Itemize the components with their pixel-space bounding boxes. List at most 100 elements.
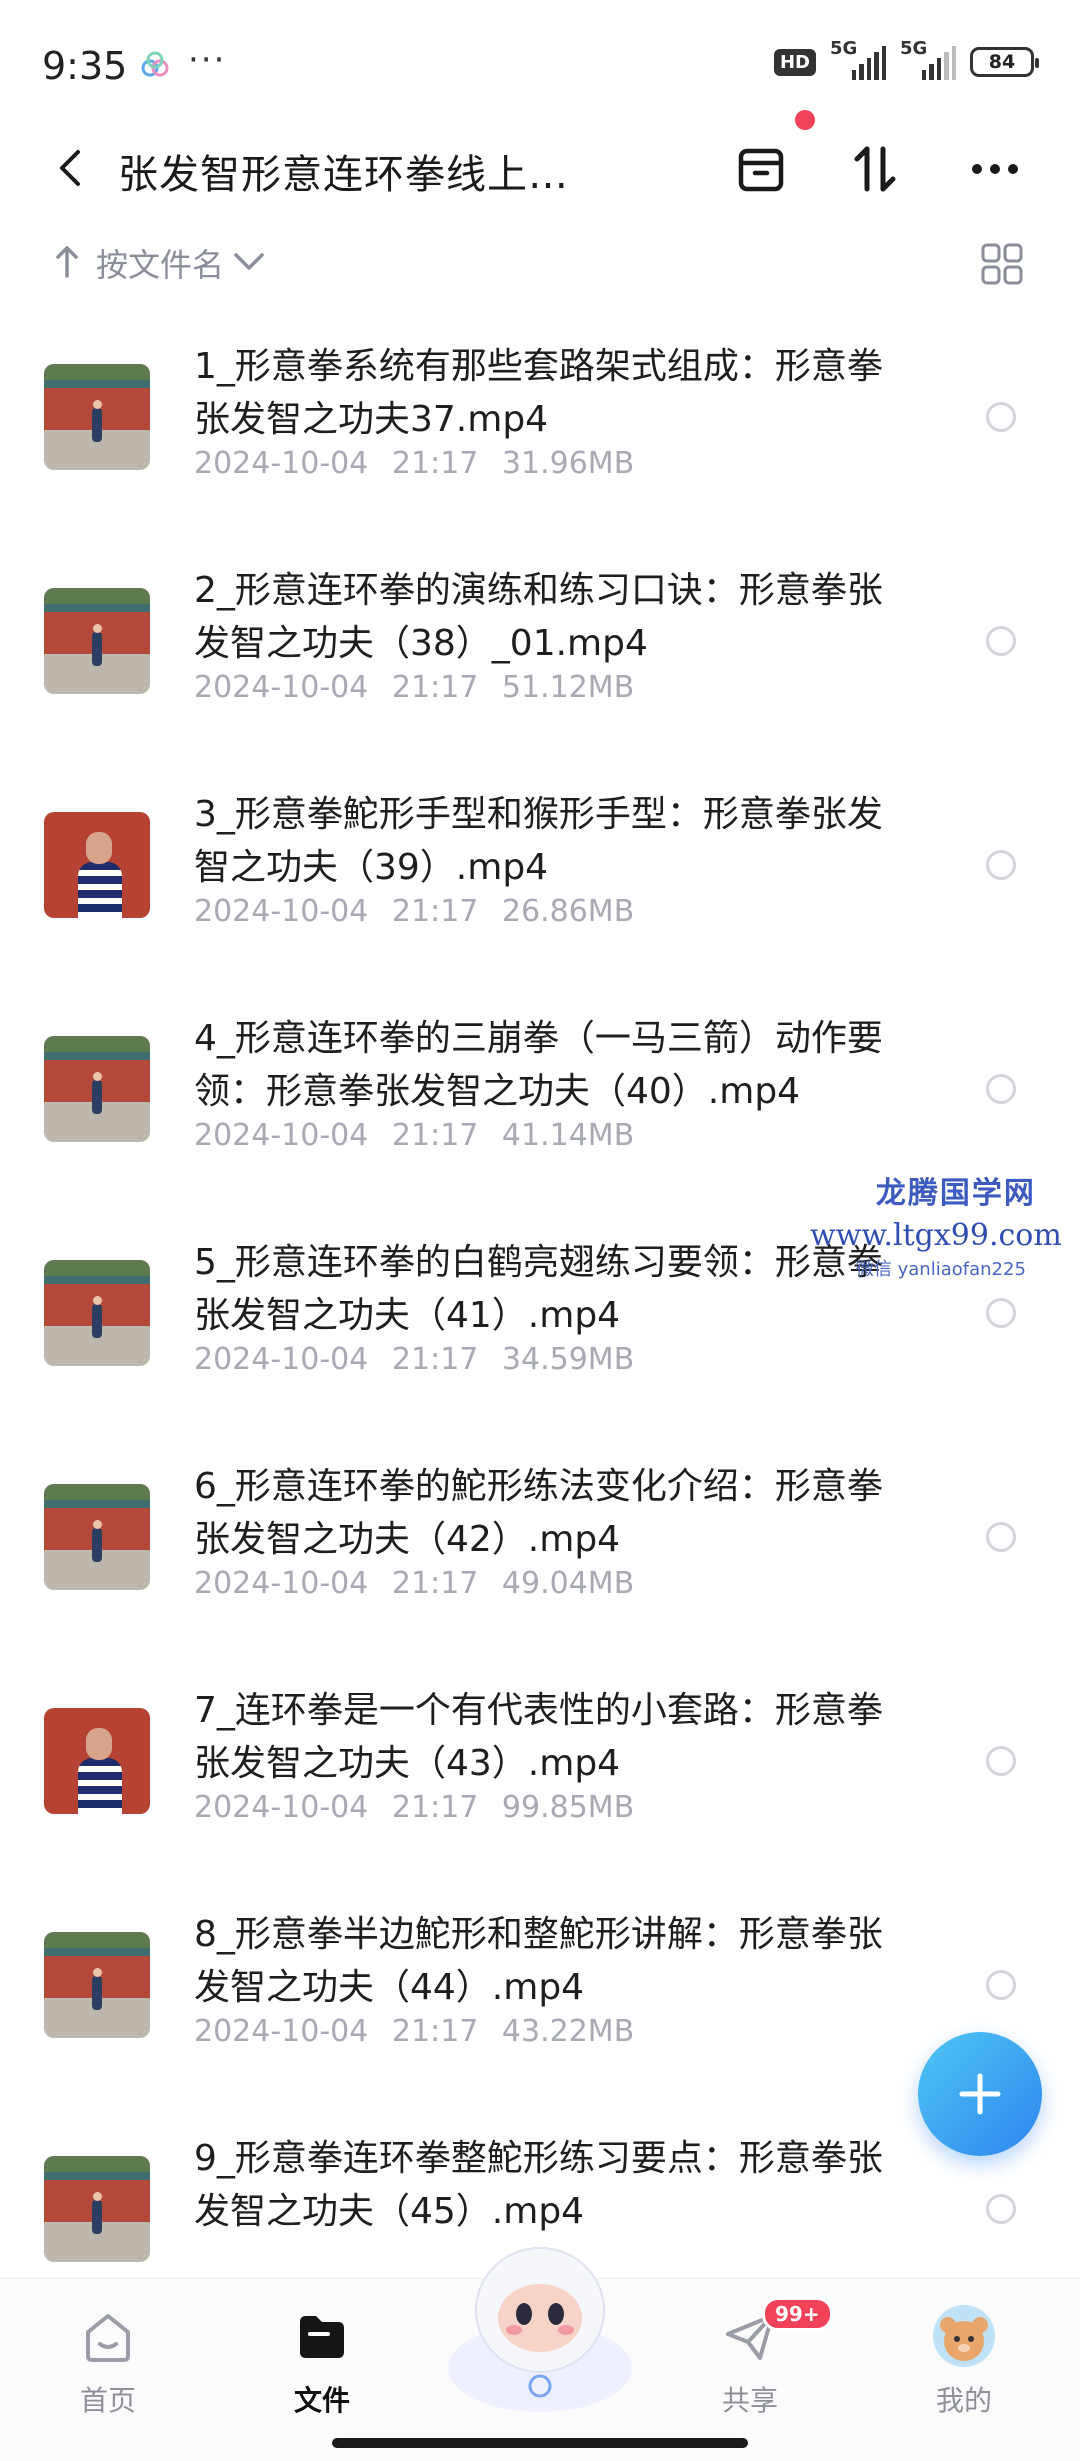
arrow-up-icon [56,246,78,278]
file-size: 34.59MB [501,1342,635,1377]
page-title: 张发智形意连环拳线上… [118,152,569,198]
nav-files[interactable]: 文件 [252,2301,392,2419]
status-bar: 9:35 ··· HD 5G 5G 84 [0,0,1080,120]
file-meta: 2024-10-04 21:17 34.59MB [194,1342,634,1377]
chevron-left-icon [60,150,80,186]
file-list-item[interactable]: 6_形意连环拳的鮀形练法变化介绍：形意拳张发智之功夫（42）.mp4 2024-1… [0,1440,1080,1666]
video-thumbnail [44,588,150,694]
file-meta: 2024-10-04 21:17 26.86MB [194,894,634,929]
file-meta: 2024-10-04 21:17 43.22MB [194,2014,634,2049]
more-button[interactable] [960,134,1030,204]
video-thumbnail [44,1260,150,1366]
video-thumbnail [44,812,150,918]
file-time: 21:17 [391,1342,479,1377]
file-date: 2024-10-04 [194,894,369,929]
file-size: 51.12MB [501,670,635,705]
file-time: 21:17 [391,894,479,929]
nav-share[interactable]: 99+ 共享 [680,2297,833,2419]
nav-label: 文件 [293,2384,350,2417]
select-radio[interactable] [986,402,1016,432]
battery-level: 84 [988,51,1016,73]
mascot-icon [448,2247,632,2412]
home-icon [86,2314,130,2362]
file-date: 2024-10-04 [194,1118,369,1153]
file-size: 49.04MB [501,1566,635,1601]
file-size: 31.96MB [501,446,635,481]
file-date: 2024-10-04 [194,670,369,705]
file-time: 21:17 [391,1790,479,1825]
file-list-item[interactable]: 8_形意拳半边鮀形和整鮀形讲解：形意拳张发智之功夫（44）.mp4 2024-10… [0,1888,1080,2114]
file-name: 6_形意连环拳的鮀形练法变化介绍：形意拳张发智之功夫（42）.mp4 [194,1466,883,1560]
nav-label: 我的 [935,2384,992,2417]
back-button[interactable] [44,140,100,196]
add-button[interactable] [918,2032,1042,2156]
file-name: 2_形意连环拳的演练和练习口诀：形意拳张发智之功夫（38）_01.mp4 [194,570,883,664]
file-size: 26.86MB [501,894,635,929]
sort-label[interactable]: 按文件名 [96,240,224,286]
nav-profile[interactable]: 我的 [894,2301,1034,2419]
file-meta: 2024-10-04 21:17 99.85MB [194,1790,634,1825]
network-label: 5G [830,38,858,59]
file-date: 2024-10-04 [194,1566,369,1601]
header: 张发智形意连环拳线上… [0,120,1080,220]
avatar [933,2305,995,2367]
plus-icon [959,2073,1001,2115]
file-size: 99.85MB [501,1790,635,1825]
sort-arrows-icon [854,146,896,192]
more-horizontal-icon [972,164,1018,174]
network-label: 5G [900,38,928,59]
assistant-mascot-button[interactable] [440,2218,640,2418]
nav-label: 首页 [79,2384,136,2417]
grid-view-icon[interactable] [980,242,1024,286]
hd-badge: HD [773,48,816,76]
select-radio[interactable] [986,850,1016,880]
file-time: 21:17 [391,2014,479,2049]
signal-icon: 5G [830,38,887,80]
sort-order-button[interactable] [840,134,910,204]
sort-bar[interactable]: 按文件名 [0,232,1080,292]
select-radio[interactable] [986,1074,1016,1104]
file-list-item[interactable]: 1_形意拳系统有那些套路架式组成：形意拳张发智之功夫37.mp4 2024-10-… [0,320,1080,546]
select-radio[interactable] [986,626,1016,656]
select-radio[interactable] [986,2194,1016,2224]
file-name: 3_形意拳鮀形手型和猴形手型：形意拳张发智之功夫（39）.mp4 [194,794,883,888]
nav-home[interactable]: 首页 [38,2301,178,2419]
file-time: 21:17 [391,1566,479,1601]
signal-icon: 5G [900,38,957,80]
file-name: 8_形意拳半边鮀形和整鮀形讲解：形意拳张发智之功夫（44）.mp4 [194,1914,883,2008]
file-name: 4_形意连环拳的三崩拳（一马三箭）动作要领：形意拳张发智之功夫（40）.mp4 [194,1018,883,1112]
transfer-box-button[interactable] [726,134,796,204]
file-date: 2024-10-04 [194,1790,369,1825]
file-meta: 2024-10-04 21:17 31.96MB [194,446,634,481]
file-list-item[interactable]: 2_形意连环拳的演练和练习口诀：形意拳张发智之功夫（38）_01.mp4 2024… [0,544,1080,770]
notification-dot [795,110,815,130]
file-date: 2024-10-04 [194,446,369,481]
file-time: 21:17 [391,670,479,705]
file-time: 21:17 [391,1118,479,1153]
chevron-down-icon [234,253,264,270]
select-radio[interactable] [986,1298,1016,1328]
watermark-title: 龙腾国学网 [875,1176,1036,1211]
home-indicator [332,2438,748,2448]
file-list-item[interactable]: 3_形意拳鮀形手型和猴形手型：形意拳张发智之功夫（39）.mp4 2024-10-… [0,768,1080,994]
video-thumbnail [44,1484,150,1590]
select-radio[interactable] [986,1970,1016,2000]
select-radio[interactable] [986,1746,1016,1776]
file-name: 1_形意拳系统有那些套路架式组成：形意拳张发智之功夫37.mp4 [194,346,883,440]
status-more-dots: ··· [188,40,227,80]
file-list-item[interactable]: 7_连环拳是一个有代表性的小套路：形意拳张发智之功夫（43）.mp4 2024-1… [0,1664,1080,1890]
file-size: 43.22MB [501,2014,635,2049]
file-time: 21:17 [391,446,479,481]
file-date: 2024-10-04 [194,2014,369,2049]
file-meta: 2024-10-04 21:17 51.12MB [194,670,634,705]
cloud-app-icon [140,50,170,84]
nav-label: 共享 [721,2384,778,2417]
folder-icon [300,2316,344,2358]
select-radio[interactable] [986,1522,1016,1552]
battery-icon: 84 [970,47,1039,77]
file-meta: 2024-10-04 21:17 49.04MB [194,1566,634,1601]
video-thumbnail [44,2156,150,2262]
file-date: 2024-10-04 [194,1342,369,1377]
status-indicators: HD 5G 5G 84 [773,38,1039,80]
archive-box-icon [738,148,784,192]
